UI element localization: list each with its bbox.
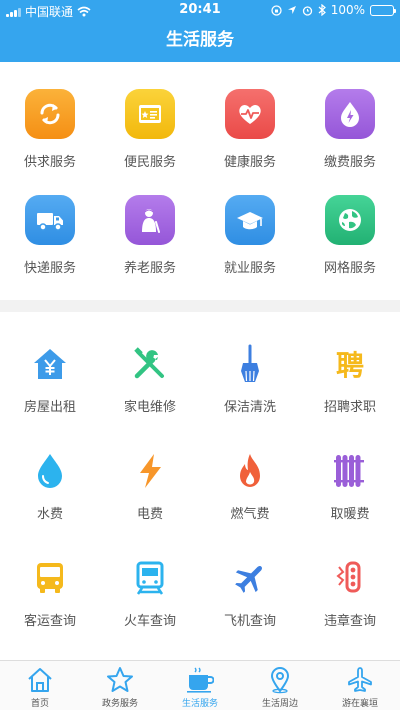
pin-glyph: 聘	[335, 349, 364, 382]
utility-train-query[interactable]: 火车查询	[100, 526, 200, 633]
service-label: 就业服务	[223, 261, 276, 276]
bluetooth-icon	[318, 4, 326, 16]
tab-life-service[interactable]: 生活服务	[160, 661, 240, 710]
service-convenience[interactable]: 便民服务	[100, 64, 200, 170]
service-grid[interactable]: 网格服务	[300, 170, 400, 276]
service-employment[interactable]: 就业服务	[200, 170, 300, 276]
airplane-icon	[225, 556, 275, 600]
utility-label: 燃气费	[230, 507, 270, 522]
nav-bar: 生活服务	[0, 20, 400, 62]
utility-bus-query[interactable]: 客运查询	[0, 526, 100, 633]
service-express[interactable]: 快递服务	[0, 170, 100, 276]
elder-icon	[125, 195, 175, 245]
service-label: 缴费服务	[323, 155, 376, 170]
utility-label: 水费	[36, 507, 63, 522]
utility-violation-query[interactable]: 违章查询	[300, 526, 400, 633]
house-yuan-icon	[25, 342, 75, 386]
lock-rotation-icon	[271, 4, 282, 16]
utility-electric-bill[interactable]: 电费	[100, 419, 200, 526]
utility-label: 保洁清洗	[223, 400, 276, 415]
home-icon	[28, 668, 52, 692]
graduation-cap-icon	[225, 195, 275, 245]
flame-icon	[225, 449, 275, 493]
radiator-icon	[325, 449, 375, 493]
service-label: 网格服务	[323, 261, 376, 276]
coffee-cup-icon	[187, 667, 214, 693]
utility-label: 违章查询	[323, 614, 376, 629]
page-title: 生活服务	[166, 30, 234, 50]
utility-flight-query[interactable]: 飞机查询	[200, 526, 300, 633]
utility-cleaning[interactable]: 保洁清洗	[200, 312, 300, 419]
utility-appliance-repair[interactable]: 家电维修	[100, 312, 200, 419]
globe-icon	[325, 195, 375, 245]
utility-water-bill[interactable]: 水费	[0, 419, 100, 526]
lightning-icon	[125, 449, 175, 493]
utility-label: 电费	[136, 507, 163, 522]
utility-label: 招聘求职	[323, 400, 376, 415]
tab-label: 游在襄垣	[341, 699, 378, 709]
airplane-icon	[348, 667, 372, 692]
truck-icon	[25, 195, 75, 245]
tab-government-service[interactable]: 政务服务	[80, 661, 160, 710]
utility-label: 家电维修	[123, 400, 176, 415]
utility-label: 火车查询	[123, 614, 176, 629]
service-label: 便民服务	[123, 155, 176, 170]
utility-recruitment[interactable]: 聘 招聘求职	[300, 312, 400, 419]
star-icon	[107, 667, 133, 692]
water-drop-icon	[25, 449, 75, 493]
service-label: 养老服务	[123, 261, 176, 276]
utility-label: 房屋出租	[23, 400, 76, 415]
tab-label: 生活服务	[181, 699, 218, 709]
service-payment[interactable]: 缴费服务	[300, 64, 400, 170]
tab-label: 生活周边	[261, 699, 298, 709]
service-label: 快递服务	[23, 261, 76, 276]
utility-gas-bill[interactable]: 燃气费	[200, 419, 300, 526]
tab-life-nearby[interactable]: 生活周边	[240, 661, 320, 710]
tools-icon	[125, 342, 175, 386]
service-health[interactable]: 健康服务	[200, 64, 300, 170]
tab-label: 首页	[30, 699, 49, 709]
location-pin-icon	[270, 667, 290, 694]
location-arrow-icon	[287, 6, 296, 14]
alarm-icon	[302, 5, 312, 16]
service-label: 健康服务	[223, 155, 276, 170]
service-elderly[interactable]: 养老服务	[100, 170, 200, 276]
utility-label: 飞机查询	[223, 614, 276, 629]
violation-icon	[325, 556, 375, 600]
utility-house-rent[interactable]: 房屋出租	[0, 312, 100, 419]
tab-label: 政务服务	[101, 699, 138, 709]
utility-label: 取暖费	[330, 507, 370, 522]
utility-label: 客运查询	[23, 614, 76, 629]
tab-bar: 首页 政务服务 生活服务 生活周边 游在襄垣	[0, 660, 400, 710]
train-icon	[125, 556, 175, 600]
refresh-icon	[25, 89, 75, 139]
id-card-icon	[125, 89, 175, 139]
service-supply-demand[interactable]: 供求服务	[0, 64, 100, 170]
service-label: 供求服务	[23, 155, 76, 170]
broom-icon	[225, 342, 275, 386]
status-bar: 中国联通 20:41 100%	[0, 0, 400, 20]
bus-icon	[25, 556, 75, 600]
battery-percent: 100%	[330, 3, 365, 17]
heart-pulse-icon	[225, 89, 275, 139]
utility-heating-bill[interactable]: 取暖费	[300, 419, 400, 526]
utility-section: 房屋出租 家电维修 保洁清洗 聘 招聘求职 水费 电费 燃气费 取暖费 客运查询…	[0, 312, 400, 660]
service-section: 供求服务 便民服务 健康服务 缴费服务 快递服务 养老服务 就业服务 网格服务	[0, 62, 400, 300]
tab-travel[interactable]: 游在襄垣	[320, 661, 400, 710]
battery-icon	[370, 4, 396, 16]
tab-home[interactable]: 首页	[0, 661, 80, 710]
water-drop-bolt-icon	[325, 89, 375, 139]
pin-character-icon: 聘	[325, 342, 375, 386]
